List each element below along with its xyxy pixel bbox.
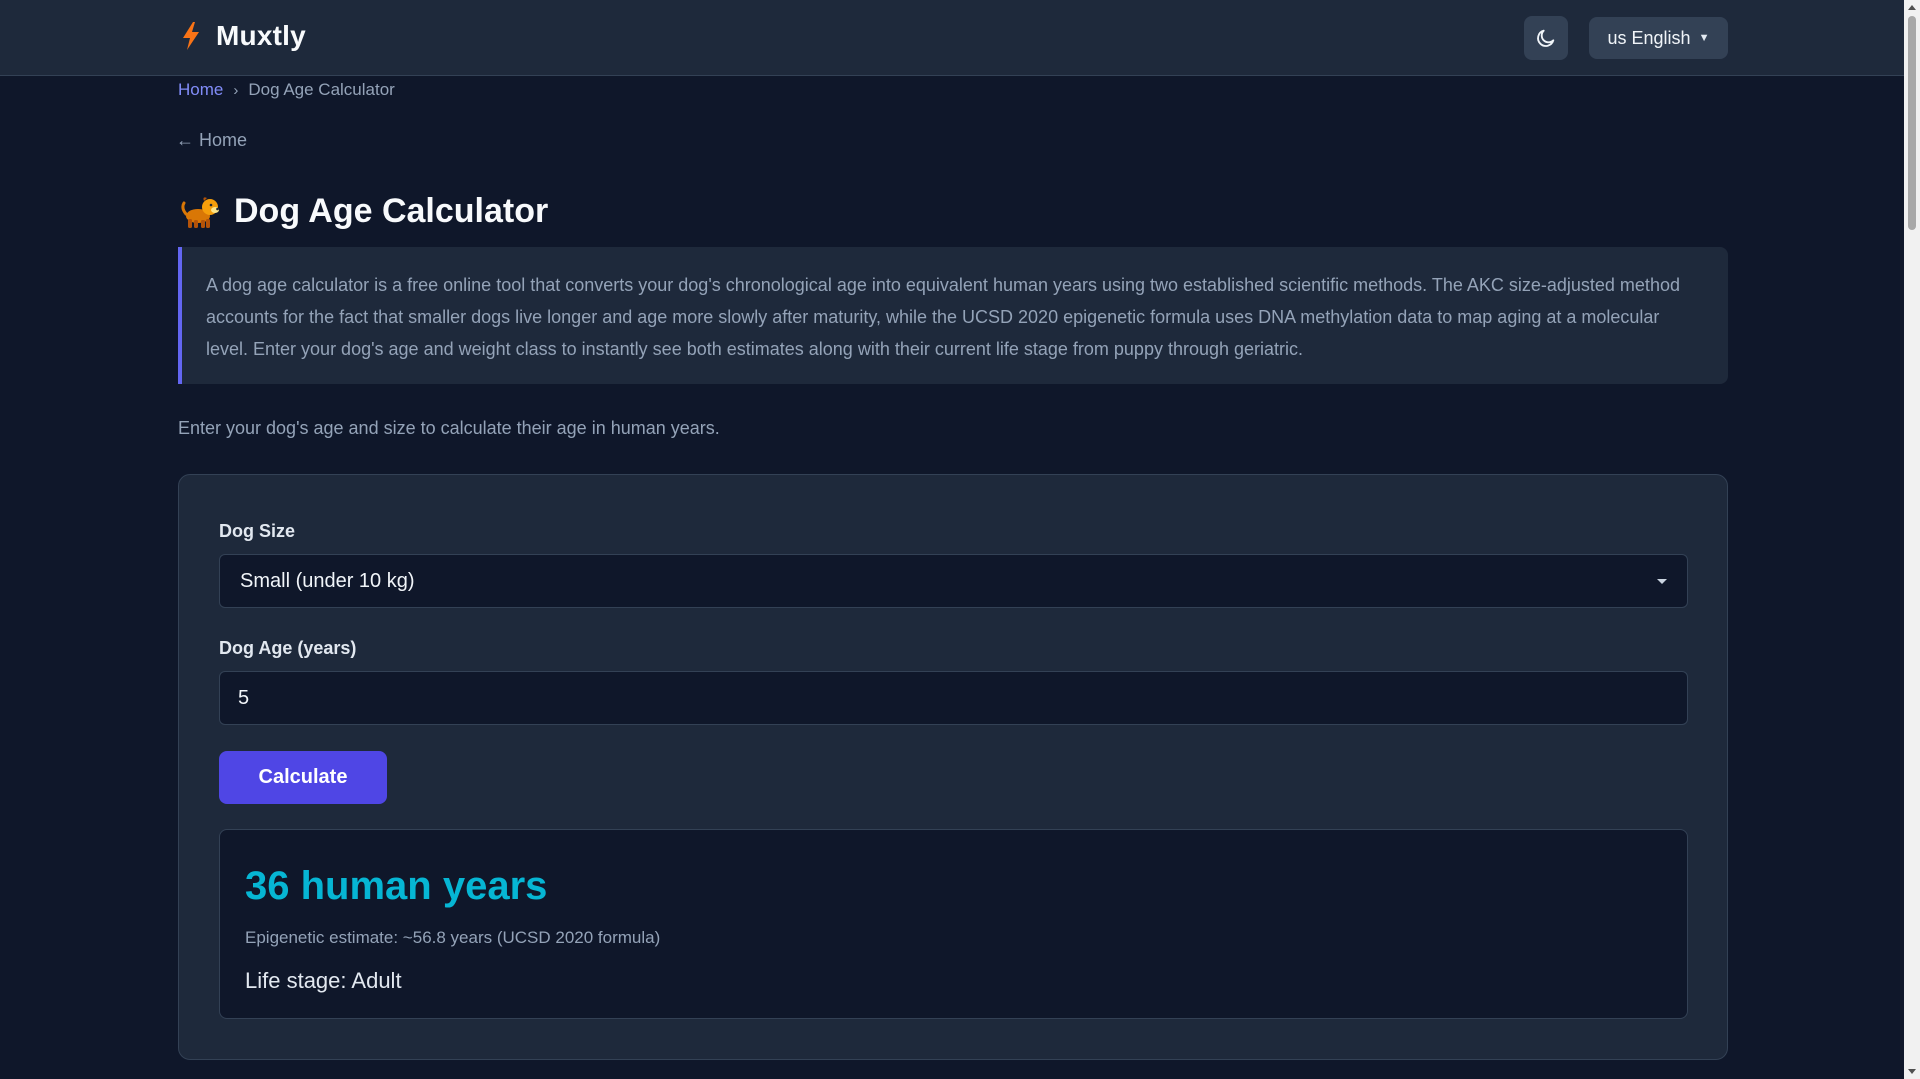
breadcrumb-separator: › <box>233 81 239 99</box>
breadcrumb-current: Dog Age Calculator <box>248 80 395 99</box>
result-life-stage: Life stage: Adult <box>245 968 402 993</box>
scroll-down-arrow-icon[interactable] <box>1908 1069 1916 1074</box>
dog-age-value: 5 <box>238 686 250 709</box>
chevron-down-icon <box>1657 579 1667 584</box>
page-scrollbar[interactable] <box>1904 0 1920 1079</box>
scrollbar-thumb[interactable] <box>1908 16 1916 230</box>
theme-toggle-button[interactable] <box>1524 16 1568 60</box>
dog-size-value: Small (under 10 kg) <box>240 569 415 592</box>
dog-icon <box>181 196 219 228</box>
language-selector[interactable]: us English ▼ <box>1589 17 1728 59</box>
calculator-card: Dog Size Small (under 10 kg) Dog Age (ye… <box>178 474 1728 1060</box>
breadcrumb: Home › Dog Age Calculator <box>178 80 395 100</box>
instruction-text: Enter your dog's age and size to calcula… <box>178 418 720 438</box>
intro-description: A dog age calculator is a free online to… <box>178 247 1728 384</box>
dog-size-label: Dog Size <box>219 521 296 541</box>
page-heading: Dog Age Calculator <box>234 192 549 230</box>
dog-size-select[interactable]: Small (under 10 kg) <box>219 554 1688 608</box>
moon-icon <box>1537 29 1555 47</box>
scroll-up-arrow-icon[interactable] <box>1908 5 1916 10</box>
lightning-bolt-icon <box>183 22 199 50</box>
breadcrumb-home-link[interactable]: Home <box>178 80 223 100</box>
caret-down-icon: ▼ <box>1698 32 1710 44</box>
result-human-years: 36 human years <box>245 864 548 908</box>
brand-name: Muxtly <box>216 20 306 51</box>
language-label: us English <box>1607 27 1691 48</box>
brand-logo[interactable]: Muxtly <box>180 20 306 52</box>
calculate-button[interactable]: Calculate <box>219 751 387 804</box>
result-panel: 36 human years Epigenetic estimate: ~56.… <box>219 829 1688 1019</box>
dog-age-label: Dog Age (years) <box>219 638 357 658</box>
back-home-link[interactable]: ← Home <box>176 130 247 151</box>
page-title: Dog Age Calculator <box>180 192 548 231</box>
dog-age-input[interactable]: 5 <box>219 671 1688 725</box>
result-epigenetic-estimate: Epigenetic estimate: ~56.8 years (UCSD 2… <box>245 928 661 947</box>
top-navigation-bar: Muxtly us English ▼ <box>0 0 1904 76</box>
